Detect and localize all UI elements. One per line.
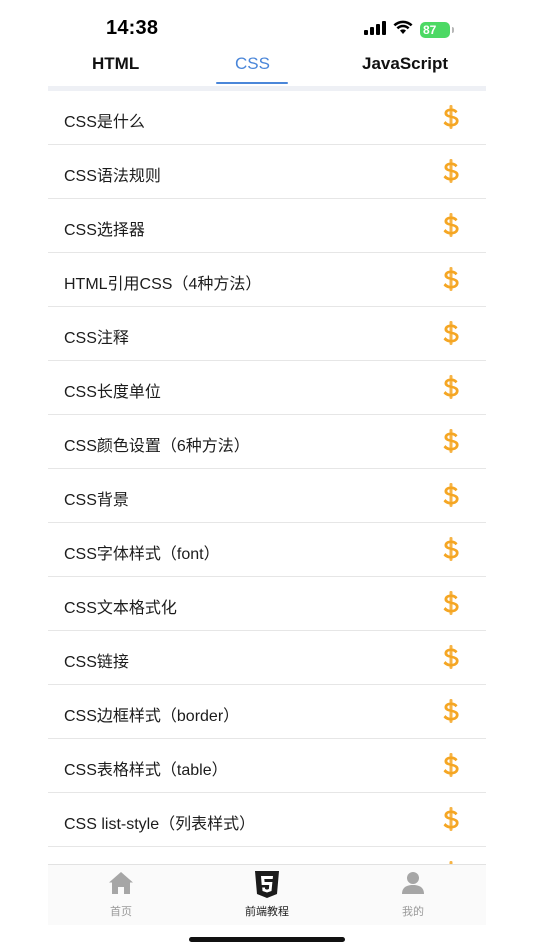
- list-item-label: CSS字体样式（font）: [64, 546, 220, 563]
- tab-css[interactable]: CSS: [235, 54, 270, 74]
- dollar-coin-icon: [441, 807, 461, 831]
- battery-cap: [452, 27, 454, 33]
- bottom-navigation: 首页 前端教程 我的: [48, 864, 486, 925]
- dollar-coin-icon: [441, 699, 461, 723]
- dollar-coin-icon: [441, 645, 461, 669]
- list-item[interactable]: CSS语法规则: [48, 145, 486, 199]
- list-item-label: CSS背景: [64, 492, 129, 509]
- list-item[interactable]: CSS字体样式（font）: [48, 523, 486, 577]
- list-item[interactable]: CSS长度单位: [48, 361, 486, 415]
- list-item-label: CSS文本格式化: [64, 600, 177, 617]
- list-item[interactable]: CSS文本格式化: [48, 577, 486, 631]
- dollar-coin-icon: [441, 213, 461, 237]
- list-item[interactable]: CSS链接: [48, 631, 486, 685]
- dollar-coin-icon: [441, 159, 461, 183]
- home-indicator[interactable]: [189, 937, 345, 942]
- dollar-coin-icon: [441, 375, 461, 399]
- person-icon: [402, 872, 424, 894]
- list-item-label: CSS语法规则: [64, 168, 161, 185]
- html5-icon: [255, 871, 279, 898]
- list-item[interactable]: CSS颜色设置（6种方法）: [48, 415, 486, 469]
- dollar-coin-icon: [441, 429, 461, 453]
- tab-html[interactable]: HTML: [92, 54, 139, 74]
- dollar-coin-icon: [441, 321, 461, 345]
- battery-level: 87: [423, 23, 437, 37]
- list-item[interactable]: CSS边框样式（border）: [48, 685, 486, 739]
- app-screen: 14:38 87 HTML CSS JavaScript CSS是什么 CSS语…: [0, 0, 534, 950]
- dollar-coin-icon: [441, 267, 461, 291]
- list-item-label: CSS选择器: [64, 222, 145, 239]
- category-tabs: HTML CSS JavaScript: [48, 50, 486, 86]
- list-item-label: CSS注释: [64, 330, 129, 347]
- list-item-label: CSS长度单位: [64, 384, 161, 401]
- nav-home-label: 首页: [110, 906, 132, 918]
- list-item-label: HTML引用CSS（4种方法）: [64, 276, 262, 293]
- list-item[interactable]: CSS表格样式（table）: [48, 739, 486, 793]
- list-item[interactable]: CSS是什么: [48, 91, 486, 145]
- dollar-coin-icon: [441, 105, 461, 129]
- list-item[interactable]: CSS选择器: [48, 199, 486, 253]
- nav-tutorial-label: 前端教程: [245, 906, 289, 918]
- status-bar: 14:38 87: [0, 0, 534, 48]
- lesson-list: CSS是什么 CSS语法规则 CSS选择器 HTML引用CSS（4种方法） CSS注释 C…: [48, 91, 486, 864]
- dollar-coin-icon: [441, 483, 461, 507]
- status-icons: 87: [364, 20, 454, 40]
- battery-icon: 87: [420, 22, 454, 38]
- wifi-icon: [393, 20, 413, 40]
- list-item-label: CSS是什么: [64, 114, 145, 131]
- nav-me-label: 我的: [402, 906, 424, 918]
- list-item[interactable]: HTML引用CSS（4种方法）: [48, 253, 486, 307]
- list-item-label: CSS list-style（列表样式）: [64, 816, 256, 833]
- list-item-label: CSS表格样式（table）: [64, 762, 228, 779]
- status-time: 14:38: [106, 17, 159, 39]
- dollar-coin-icon: [441, 753, 461, 777]
- list-item[interactable]: CSS注释: [48, 307, 486, 361]
- dollar-coin-icon: [441, 591, 461, 615]
- tab-javascript[interactable]: JavaScript: [362, 54, 448, 74]
- active-tab-indicator: [216, 82, 288, 84]
- list-item[interactable]: CSS list-style（列表样式）: [48, 793, 486, 847]
- cellular-signal-icon: [364, 20, 386, 40]
- list-item[interactable]: [48, 847, 486, 864]
- list-item-label: CSS边框样式（border）: [64, 708, 240, 725]
- nav-tutorial[interactable]: 前端教程: [227, 871, 307, 919]
- dollar-coin-icon: [441, 537, 461, 561]
- list-item-label: CSS链接: [64, 654, 129, 671]
- home-icon: [109, 872, 133, 894]
- nav-home[interactable]: 首页: [81, 871, 161, 919]
- list-item-label: CSS颜色设置（6种方法）: [64, 438, 250, 455]
- list-item[interactable]: CSS背景: [48, 469, 486, 523]
- nav-me[interactable]: 我的: [373, 871, 453, 919]
